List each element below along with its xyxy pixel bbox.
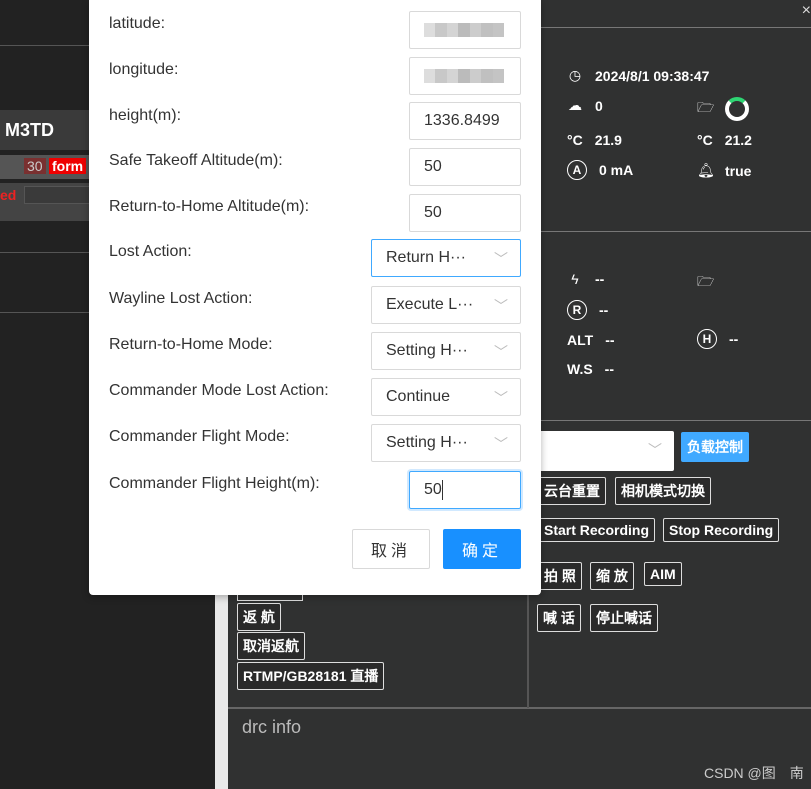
status-text: ed <box>0 187 17 203</box>
field-label: longitude: <box>109 61 179 78</box>
field-label: Commander Mode Lost Action: <box>109 382 329 399</box>
field-label: Lost Action: <box>109 243 192 260</box>
close-icon[interactable]: × <box>802 2 811 20</box>
status-label: form <box>49 158 87 174</box>
device-info-panel: × ◷ 2024/8/1 09:38:47 ☁ 0 🗁 °C 21.9 °C 21.2 … <box>540 0 811 421</box>
field-value: Setting H··· <box>386 434 468 451</box>
field-value: 50 <box>424 481 442 498</box>
return-to-home-altitude-m-input[interactable]: 50 <box>409 194 521 232</box>
wind-speed-value: -- <box>604 361 614 377</box>
field-label: Return-to-Home Mode: <box>109 336 273 353</box>
field-label: Wayline Lost Action: <box>109 290 253 307</box>
alarm-value: true <box>725 162 752 179</box>
take-photo-button[interactable]: 拍 照 <box>538 562 582 590</box>
divider <box>228 707 811 709</box>
latitude-input[interactable] <box>409 11 521 49</box>
current-value: 0 mA <box>599 162 634 178</box>
field-value: 1336.8499 <box>424 112 500 129</box>
lightning-icon: ϟ <box>571 271 579 287</box>
field-label: Commander Flight Mode: <box>109 428 290 445</box>
drc-info-title: drc info <box>242 717 302 737</box>
cancel-button[interactable]: 取消 <box>352 529 430 569</box>
text-cursor <box>441 480 443 500</box>
wind-speed-label: W.S <box>567 361 593 377</box>
folder-icon: 🗁 <box>697 273 715 289</box>
aim-button[interactable]: AIM <box>644 562 682 586</box>
stop-speak-button[interactable]: 停止喊话 <box>590 604 658 632</box>
lost-action-select[interactable]: Return H··· ﹀ <box>371 239 521 277</box>
field-label: Commander Flight Height(m): <box>109 475 320 492</box>
count-badge: 30 <box>24 158 46 174</box>
gimbal-reset-button[interactable]: 云台重置 <box>538 477 606 505</box>
home-icon: H <box>697 329 717 349</box>
temperature-icon: °C <box>567 132 583 148</box>
field-label: Return-to-Home Altitude(m): <box>109 198 310 215</box>
rtk-value: -- <box>599 302 609 318</box>
wayline-lost-action-select[interactable]: Execute L··· ﹀ <box>371 286 521 324</box>
return-to-home-mode-select[interactable]: Setting H··· ﹀ <box>371 332 521 370</box>
redacted-value <box>424 69 504 83</box>
longitude-input[interactable] <box>409 57 521 95</box>
temperature-icon: °C <box>697 132 713 148</box>
height-m-input[interactable]: 1336.8499 <box>409 102 521 140</box>
temperature-2: 21.2 <box>724 132 752 148</box>
start-recording-button[interactable]: Start Recording <box>538 518 656 542</box>
field-value: Execute L··· <box>386 296 474 313</box>
livestream-button[interactable]: RTMP/GB28181 直播 <box>237 662 385 690</box>
field-label: latitude: <box>109 15 166 32</box>
alt-label: ALT <box>567 332 594 348</box>
alt-value: -- <box>605 332 615 348</box>
cancel-return-home-button[interactable]: 取消返航 <box>237 632 305 660</box>
divider <box>540 27 811 28</box>
folder-icon: 🗁 <box>697 99 715 115</box>
divider <box>540 231 811 232</box>
field-value: 50 <box>424 158 442 175</box>
datetime: 2024/8/1 09:38:47 <box>595 67 710 84</box>
safe-takeoff-altitude-m-input[interactable]: 50 <box>409 148 521 186</box>
field-value: Setting H··· <box>386 342 468 359</box>
redacted-value <box>424 23 504 37</box>
return-home-button[interactable]: 返 航 <box>237 603 281 631</box>
temperature-1: 21.9 <box>594 132 622 148</box>
payload-select[interactable]: ﹀ <box>528 431 674 471</box>
alarm-icon: 🔔︎ <box>697 162 715 178</box>
commander-flight-mode-select[interactable]: Setting H··· ﹀ <box>371 424 521 462</box>
field-label: Safe Takeoff Altitude(m): <box>109 152 283 169</box>
device-name: M3TD <box>5 120 54 140</box>
divider <box>540 420 811 421</box>
speak-button[interactable]: 喊 话 <box>537 604 581 632</box>
field-value: 50 <box>424 204 442 221</box>
zoom-button[interactable]: 缩 放 <box>590 562 634 590</box>
storage-ring-icon <box>725 97 749 121</box>
chevron-down-icon: ﹀ <box>494 436 508 452</box>
confirm-button[interactable]: 确定 <box>443 529 521 569</box>
takeoff-settings-dialog: 取消 确定 latitude: longitude: height(m): 1336.… <box>89 0 541 595</box>
chevron-down-icon: ﹀ <box>494 344 508 360</box>
payload-control-button[interactable]: 负载控制 <box>681 432 749 462</box>
field-label: height(m): <box>109 107 182 124</box>
upload-value: 0 <box>595 97 603 114</box>
cloud-upload-icon: ☁ <box>568 97 582 113</box>
chevron-down-icon: ﹀ <box>494 298 508 314</box>
chevron-down-icon: ﹀ <box>494 251 508 267</box>
commander-mode-lost-action-select[interactable]: Continue ﹀ <box>371 378 521 416</box>
current-icon: A <box>567 160 587 180</box>
clock-icon: ◷ <box>568 67 582 83</box>
watermark: CSDN @图 南 <box>704 765 804 781</box>
field-value: Continue <box>386 388 451 405</box>
commander-flight-height-m-input[interactable]: 50 <box>409 471 521 509</box>
camera-mode-switch-button[interactable]: 相机模式切换 <box>615 477 711 505</box>
home-distance: -- <box>729 331 739 347</box>
power-value: -- <box>595 271 605 287</box>
chevron-down-icon: ﹀ <box>494 390 508 406</box>
rtk-icon: R <box>567 300 587 320</box>
field-value: Return H··· <box>386 249 467 266</box>
stop-recording-button[interactable]: Stop Recording <box>663 518 780 542</box>
